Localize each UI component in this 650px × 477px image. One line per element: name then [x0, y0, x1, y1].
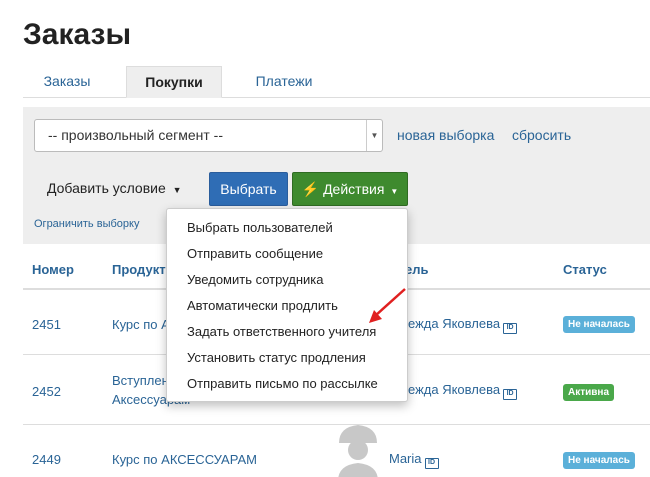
id-card-icon[interactable]: ID	[503, 323, 518, 334]
menu-item-auto-renew[interactable]: Автоматически продлить	[187, 298, 338, 313]
segment-select-value: -- произвольный сегмент --	[48, 127, 223, 143]
menu-item-select-users[interactable]: Выбрать пользователей	[187, 220, 333, 235]
user-name-label: Maria	[389, 451, 422, 466]
menu-item-set-renewal-status[interactable]: Установить статус продления	[187, 350, 366, 365]
segment-select[interactable]: -- произвольный сегмент -- ▼	[34, 119, 383, 152]
product-name[interactable]: Курс по АКСЕССУАРАМ	[112, 452, 257, 467]
menu-item-notify-employee[interactable]: Уведомить сотрудника	[187, 272, 324, 287]
page-title: Заказы	[23, 18, 132, 51]
col-user[interactable]: ель	[405, 262, 428, 277]
order-number[interactable]: 2452	[32, 384, 61, 399]
table-row[interactable]: 2449 Курс по АКСЕССУАРАМ Maria ID Не нача…	[23, 425, 650, 477]
id-card-icon[interactable]: ID	[503, 389, 518, 400]
user-name[interactable]: Maria ID	[389, 451, 439, 469]
new-selection-link[interactable]: новая выборка	[397, 127, 494, 143]
product-name[interactable]: Вступлен	[112, 373, 169, 388]
order-number[interactable]: 2449	[32, 452, 61, 467]
caret-down-icon: ▼	[390, 187, 399, 196]
col-product[interactable]: Продукт	[112, 262, 166, 277]
tab-payments[interactable]: Платежи	[241, 66, 327, 98]
actions-button[interactable]: ⚡ Действия ▼	[292, 172, 408, 206]
status-badge: Активна	[563, 384, 615, 401]
select-button[interactable]: Выбрать	[209, 172, 288, 206]
product-name[interactable]: Курс по А	[112, 317, 170, 332]
add-condition-label: Добавить условие	[47, 180, 166, 196]
status-badge: Не началась	[563, 316, 635, 333]
user-name[interactable]: ежда Яковлева ID	[408, 316, 518, 334]
reset-link[interactable]: сбросить	[512, 127, 571, 143]
red-arrow-icon	[369, 288, 406, 323]
actions-label: Действия	[323, 181, 385, 197]
id-card-icon[interactable]: ID	[424, 458, 439, 469]
menu-item-set-responsible-teacher[interactable]: Задать ответственного учителя	[187, 324, 376, 339]
avatar	[338, 440, 378, 477]
col-number[interactable]: Номер	[32, 262, 74, 277]
user-name-label: ежда Яковлева	[408, 382, 501, 397]
limit-selection-link[interactable]: Ограничить выборку	[34, 218, 139, 230]
user-name[interactable]: ежда Яковлева ID	[408, 382, 518, 400]
tab-purchases[interactable]: Покупки	[126, 66, 222, 98]
menu-item-send-mailing-letter[interactable]: Отправить письмо по рассылке	[187, 376, 378, 391]
tab-orders[interactable]: Заказы	[23, 66, 111, 98]
menu-item-send-message[interactable]: Отправить сообщение	[187, 246, 323, 261]
lightning-icon: ⚡	[301, 181, 320, 197]
user-name-label: ежда Яковлева	[408, 316, 501, 331]
col-status[interactable]: Статус	[563, 262, 607, 277]
caret-down-icon: ▼	[172, 185, 182, 195]
caret-down-icon[interactable]: ▼	[366, 120, 382, 151]
status-badge: Не началась	[563, 452, 635, 469]
order-number[interactable]: 2451	[32, 317, 61, 332]
add-condition-button[interactable]: Добавить условие ▼	[47, 180, 182, 196]
tabs-bar: Заказы Покупки Платежи	[23, 66, 650, 98]
